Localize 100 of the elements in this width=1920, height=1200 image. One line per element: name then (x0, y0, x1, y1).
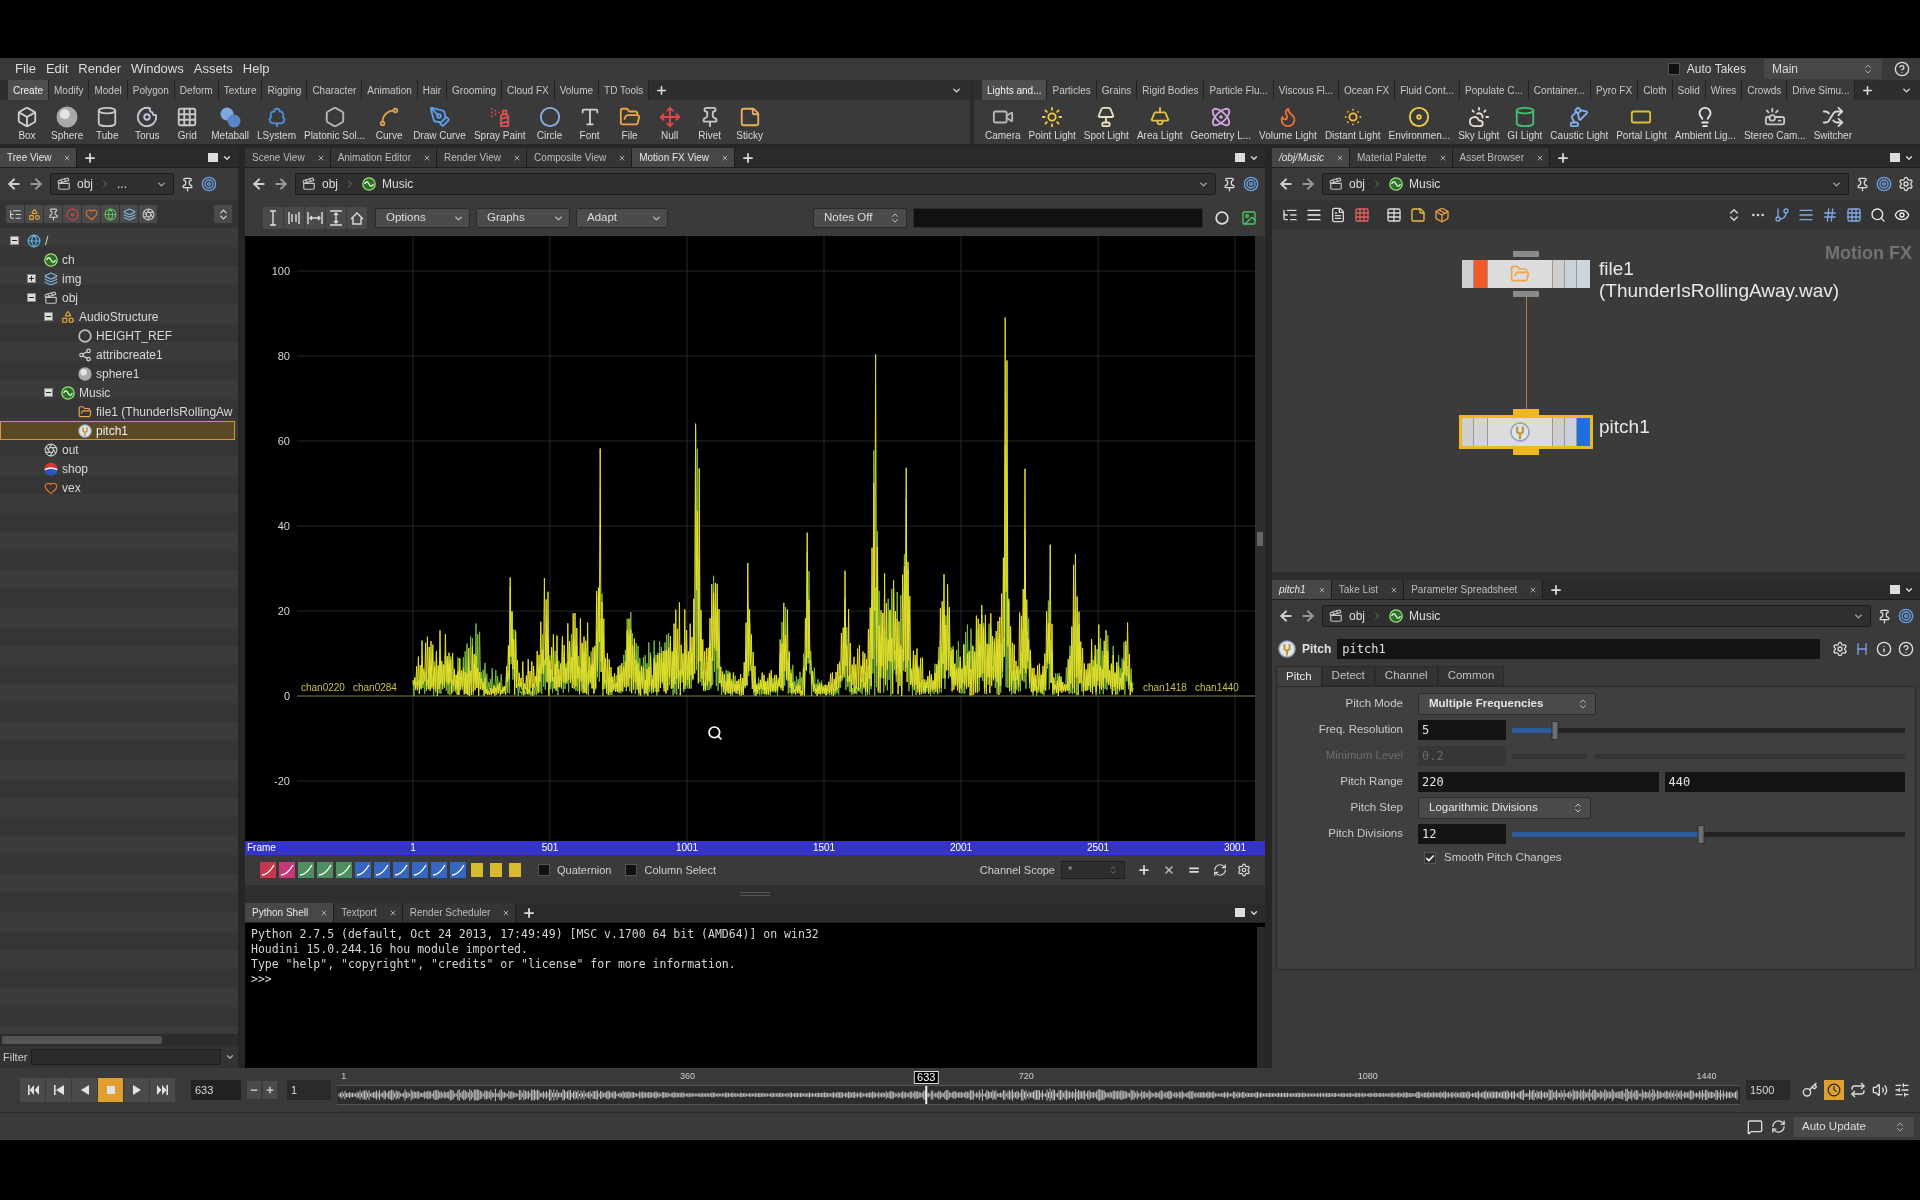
shelf-tool[interactable]: Tube (88, 106, 127, 142)
close-icon[interactable] (63, 153, 72, 162)
shelf-tab[interactable]: Deform (174, 80, 219, 100)
shelf-tool[interactable]: Area Light (1133, 106, 1186, 142)
timeline-track[interactable] (337, 1085, 1740, 1105)
help-icon[interactable] (1898, 641, 1914, 657)
shelf-tool[interactable]: Caustic Light (1547, 106, 1612, 142)
path-field[interactable]: obj ... (50, 173, 174, 195)
close-icon[interactable] (1317, 585, 1326, 594)
value-field[interactable]: 5 (1418, 720, 1506, 740)
checkbox[interactable] (625, 864, 638, 876)
menu-item[interactable]: File (10, 58, 41, 80)
forward-icon[interactable] (1300, 608, 1316, 624)
path-segment[interactable]: Music (356, 174, 420, 194)
curve-tile-icon[interactable] (373, 861, 391, 879)
channel-scope-field[interactable]: * (1061, 861, 1125, 879)
shelf-tool[interactable]: Null (650, 106, 689, 142)
curve-tile-icon[interactable] (392, 861, 410, 879)
value-field[interactable]: 220 (1418, 772, 1659, 792)
tree-item[interactable]: obj (0, 288, 235, 307)
playhead-line[interactable] (925, 1086, 928, 1104)
menu-item[interactable]: Help (237, 58, 275, 80)
home-icon[interactable] (347, 207, 367, 229)
shelf-tool[interactable]: Spot Light (1080, 106, 1132, 142)
pane-tab[interactable]: /obj/Music (1272, 148, 1350, 167)
shelf-tab[interactable]: Character (307, 80, 363, 100)
tree-item[interactable]: pitch1 (0, 421, 235, 440)
fit-height-icon[interactable] (326, 207, 346, 229)
slider-handle[interactable] (1551, 720, 1559, 740)
document-icon[interactable] (1330, 207, 1346, 223)
pane-tab[interactable]: pitch1 (1272, 580, 1332, 599)
image-icon[interactable] (1241, 210, 1257, 226)
add-icon[interactable] (1137, 863, 1151, 877)
shelf-tool[interactable]: Circle (530, 106, 569, 142)
square-tile-icon[interactable] (487, 861, 505, 879)
value-field[interactable]: 440 (1664, 772, 1905, 792)
help-icon[interactable] (1894, 61, 1910, 77)
tree-item[interactable]: / (0, 231, 235, 250)
path-field[interactable]: obj Music (1322, 605, 1871, 627)
info-icon[interactable] (1876, 641, 1892, 657)
pane-tab[interactable]: Asset Browser (1452, 148, 1550, 167)
forward-icon[interactable] (28, 176, 44, 192)
shelf-tool[interactable]: Distant Light (1321, 106, 1384, 142)
pane-tab[interactable]: Take List (1331, 580, 1405, 599)
menu-item[interactable]: Edit (40, 58, 74, 80)
add-tab-icon[interactable] (83, 150, 98, 165)
checkbox[interactable] (538, 864, 550, 876)
repeat-icon[interactable] (1850, 1082, 1866, 1098)
close-icon[interactable] (618, 153, 627, 162)
path-segment[interactable]: ... (111, 174, 134, 194)
i-beam-icon[interactable] (263, 207, 283, 229)
pane-tab[interactable]: Render View (437, 148, 528, 167)
transport-button[interactable] (46, 1078, 71, 1102)
shelf-tab[interactable]: Lights and... (982, 80, 1048, 100)
path-segment[interactable]: obj (1323, 174, 1371, 194)
collapse-all-icon[interactable] (214, 205, 232, 223)
shelf-tab[interactable]: Polygon (127, 80, 175, 100)
refresh-icon[interactable] (1213, 863, 1227, 877)
node-name-field[interactable]: pitch1 (1337, 639, 1820, 659)
python-console[interactable]: Python 2.7.5 (default, Oct 24 2013, 17:49:49) [MSC v.1700 64 bit (AMD64)] on win32 Houdini 15.0.244.16 hou module imported. Type "help", "copyright", "credits" or "license" for more information. >>> (245, 923, 1265, 1068)
fit-width-icon[interactable] (305, 207, 325, 229)
add-tab-icon[interactable] (741, 150, 755, 165)
path-segment[interactable]: obj (296, 174, 344, 194)
collapse-toggle[interactable] (44, 388, 53, 397)
target-icon[interactable] (1876, 176, 1892, 192)
target-icon[interactable] (1898, 608, 1914, 624)
shelf-tool[interactable]: Sticky (730, 106, 769, 142)
refresh-icon[interactable] (1771, 1119, 1786, 1134)
shelf-tab[interactable]: Particle Flu... (1204, 80, 1274, 100)
add-tab-icon[interactable] (655, 83, 669, 97)
tree-item[interactable]: HEIGHT_REF (0, 326, 235, 345)
horizontal-scrollbar[interactable] (0, 1034, 238, 1046)
tree-item[interactable]: file1 (ThunderIsRollingAw (0, 402, 235, 421)
curve-tile-icon[interactable] (430, 861, 448, 879)
end-frame-field[interactable]: 1500 (1746, 1080, 1790, 1100)
sticky-note-icon[interactable] (1410, 207, 1426, 223)
target-icon[interactable] (201, 176, 217, 192)
collapse-toggle[interactable] (27, 293, 36, 302)
tree-item[interactable]: shop (0, 459, 235, 478)
shelf-tool[interactable]: Sky Light (1455, 106, 1503, 142)
shelf-tool[interactable]: Geometry L... (1187, 106, 1255, 142)
curve-tile-icon[interactable] (354, 861, 372, 879)
curve-tile-icon[interactable] (316, 861, 334, 879)
parameter-tab[interactable]: Common (1437, 666, 1505, 686)
tree-item[interactable]: attribcreate1 (0, 345, 235, 364)
shelf-tab[interactable]: Cloth (1638, 80, 1673, 100)
shelf-tool[interactable]: Stereo Cam... (1740, 106, 1809, 142)
dropdown[interactable]: Graphs (476, 208, 570, 228)
curve-tile-icon[interactable] (335, 861, 353, 879)
close-icon[interactable] (320, 908, 329, 917)
shelf-tab[interactable]: Cloud FX (502, 80, 555, 100)
speech-bubble-icon[interactable] (1747, 1118, 1763, 1135)
shelf-tool[interactable]: Environmen... (1385, 106, 1454, 142)
pane-tab[interactable]: Composite View (527, 148, 633, 167)
target-icon[interactable] (1243, 176, 1259, 192)
add-tab-icon[interactable] (1549, 582, 1564, 597)
layers-icon[interactable] (120, 205, 138, 223)
ring-icon[interactable] (1215, 211, 1229, 225)
package-icon[interactable] (1434, 207, 1450, 223)
parameter-tab[interactable]: Pitch (1276, 666, 1322, 686)
